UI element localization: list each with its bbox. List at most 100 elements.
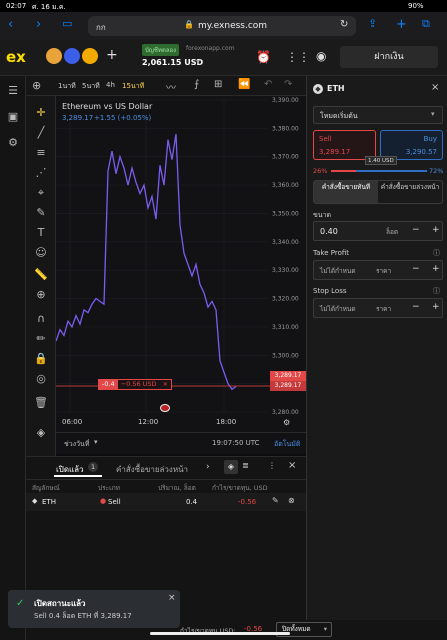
chevron-down-icon[interactable]: ▾ bbox=[196, 57, 200, 66]
tp-label: Take Profit bbox=[313, 249, 350, 257]
sl-value: ไม่ได้กำหนด bbox=[320, 305, 356, 313]
order-mode-select[interactable]: โหมดเริ่มต้น ▾ bbox=[313, 106, 443, 124]
sell-label: Sell bbox=[319, 135, 332, 143]
chart-type-icon[interactable]: 〰 bbox=[166, 79, 176, 94]
increase-size-button[interactable]: + bbox=[432, 225, 440, 235]
close-panel-icon[interactable]: × bbox=[431, 82, 439, 93]
auto-scale-toggle[interactable]: อัตโนมัติ bbox=[274, 439, 300, 450]
timeframe-4h[interactable]: 4h bbox=[106, 81, 115, 89]
eye-icon[interactable]: ◎ bbox=[33, 372, 49, 386]
timeframe-5m[interactable]: 5นาที bbox=[82, 81, 100, 92]
horizontal-lines-icon[interactable]: ≡ bbox=[33, 146, 49, 160]
sl-label: Stop Loss bbox=[313, 287, 347, 295]
ruler-icon[interactable]: 📏 bbox=[33, 268, 49, 282]
take-profit-input[interactable]: ไม่ได้กำหนด ราคา − + bbox=[313, 260, 443, 280]
chart-svg: 3,390.00 3,380.00 3,370.00 3,360.00 3,350.00… bbox=[56, 97, 299, 426]
notification-toast: ✓ เปิดสถานะแล้ว Sell 0.4 ล็อต ETH ที่ 3,… bbox=[8, 590, 180, 628]
order-line-label[interactable]: -0.4 −0.56 USD × bbox=[98, 379, 173, 390]
y-tick-label: 3,360.00 bbox=[272, 182, 299, 189]
trash-icon[interactable]: 🗑 bbox=[33, 396, 49, 410]
col-symbol: สัญลักษณ์ bbox=[32, 484, 60, 492]
reader-icon[interactable]: ▭ bbox=[62, 17, 72, 30]
sl-unit[interactable]: ราคา bbox=[376, 304, 391, 314]
channel-icon[interactable]: ⋰ bbox=[33, 166, 49, 180]
crosshair-icon[interactable]: ✛ bbox=[33, 106, 49, 120]
emoji-icon[interactable]: ☺ bbox=[33, 246, 49, 260]
share-icon[interactable]: ⇪ bbox=[368, 17, 377, 30]
magnet-icon[interactable]: ∩ bbox=[33, 312, 49, 326]
text-icon[interactable]: T bbox=[33, 226, 49, 240]
apps-grid-icon[interactable]: ⋮⋮ bbox=[286, 50, 310, 64]
info-icon[interactable]: ⓘ bbox=[433, 286, 440, 296]
left-sidebar: ☰ ▣ ⚙ bbox=[0, 76, 26, 640]
settings-icon[interactable]: ⚙ bbox=[5, 136, 21, 150]
timeframe-1m[interactable]: 1นาที bbox=[58, 81, 76, 92]
open-count-badge: 1 bbox=[88, 462, 99, 472]
close-panel-icon[interactable]: × bbox=[288, 460, 296, 471]
indicators-icon[interactable]: ⨍ bbox=[194, 79, 199, 90]
more-icon[interactable]: ⋮ bbox=[268, 461, 276, 470]
info-icon[interactable]: ⓘ bbox=[433, 248, 440, 258]
us-flag-icon bbox=[160, 404, 170, 412]
symbol-tab-icon[interactable] bbox=[82, 48, 98, 64]
stack-icon[interactable]: ≣ bbox=[242, 461, 249, 470]
decrease-sl-button[interactable]: − bbox=[412, 302, 420, 312]
profile-icon[interactable]: ◉ bbox=[316, 49, 326, 63]
redo-icon[interactable]: ↷ bbox=[284, 79, 292, 90]
layers-icon[interactable]: ◈ bbox=[224, 460, 238, 474]
calendar-icon[interactable]: ▣ bbox=[5, 110, 21, 124]
chevron-right-icon[interactable]: › bbox=[206, 462, 210, 472]
chart-settings-icon[interactable]: ⚙ bbox=[283, 418, 290, 427]
y-tick-label: 3,280.00 bbox=[272, 409, 299, 416]
timeframe-15m[interactable]: 15นาที bbox=[122, 81, 144, 92]
forward-icon[interactable]: › bbox=[36, 17, 41, 32]
add-indicator-icon[interactable]: ⊕ bbox=[32, 79, 41, 92]
zoom-in-icon[interactable]: ⊕ bbox=[33, 288, 49, 302]
decrease-tp-button[interactable]: − bbox=[412, 264, 420, 274]
reload-icon[interactable]: ↻ bbox=[340, 19, 348, 30]
undo-icon[interactable]: ↶ bbox=[264, 79, 272, 90]
close-position-icon[interactable]: ⊗ bbox=[288, 496, 295, 505]
lock-drawing-icon[interactable]: ✏ bbox=[33, 332, 49, 346]
tp-unit[interactable]: ราคา bbox=[376, 266, 391, 276]
layers-icon[interactable]: ◈ bbox=[33, 426, 49, 440]
tab-pending-orders[interactable]: คำสั่งซื้อขายล่วงหน้า bbox=[116, 463, 188, 476]
back-icon[interactable]: ‹ bbox=[8, 17, 13, 32]
trend-line-icon[interactable]: ╱ bbox=[33, 126, 49, 140]
alarm-icon[interactable]: ⏰ bbox=[256, 50, 271, 64]
symbol-tab-icon[interactable] bbox=[64, 48, 80, 64]
table-row[interactable]: ◆ ETH ● Sell 0.4 -0.56 ✎ ⊗ bbox=[26, 493, 306, 511]
size-input[interactable]: 0.40 ล็อต − + bbox=[313, 221, 443, 241]
layout-grid-icon[interactable]: ⊞ bbox=[214, 79, 222, 90]
close-toast-icon[interactable]: × bbox=[168, 593, 176, 603]
tab-market-order[interactable]: คำสั่งซื้อขายทันที bbox=[314, 181, 378, 203]
price-chart[interactable]: 3,390.00 3,380.00 3,370.00 3,360.00 3,350.00… bbox=[56, 96, 306, 432]
new-tab-icon[interactable]: + bbox=[396, 17, 407, 32]
symbol-tab-icon[interactable] bbox=[46, 48, 62, 64]
chart-title: Ethereum vs US Dollar bbox=[62, 102, 153, 111]
date-range-button[interactable]: ช่วงวันที่ bbox=[64, 439, 89, 450]
chevron-down-icon[interactable]: ▾ bbox=[94, 438, 98, 446]
add-symbol-icon[interactable]: + bbox=[106, 47, 118, 63]
tabs-icon[interactable]: ⧉ bbox=[422, 17, 430, 31]
size-label: ขนาด bbox=[313, 211, 332, 219]
lock-icon: 🔒 bbox=[184, 20, 194, 29]
edit-icon[interactable]: ✎ bbox=[272, 496, 279, 505]
menu-icon[interactable]: ☰ bbox=[5, 84, 21, 98]
y-tick-label: 3,340.00 bbox=[272, 239, 299, 246]
lock-icon[interactable]: 🔒 bbox=[33, 352, 49, 366]
brush-icon[interactable]: ✎ bbox=[33, 206, 49, 220]
decrease-size-button[interactable]: − bbox=[412, 225, 420, 235]
replay-icon[interactable]: ⏪ bbox=[238, 79, 250, 90]
stop-loss-input[interactable]: ไม่ได้กำหนด ราคา − + bbox=[313, 298, 443, 318]
current-price-tag: 3,289.17 bbox=[270, 371, 306, 381]
close-order-icon[interactable]: × bbox=[160, 380, 171, 389]
url-bar[interactable]: กก 🔒 my.exness.com ↻ bbox=[88, 16, 356, 36]
increase-sl-button[interactable]: + bbox=[432, 302, 440, 312]
pattern-icon[interactable]: ⌖ bbox=[33, 186, 49, 200]
home-indicator bbox=[150, 632, 290, 635]
increase-tp-button[interactable]: + bbox=[432, 264, 440, 274]
deposit-button[interactable]: ฝากเงิน bbox=[340, 46, 438, 68]
account-balance[interactable]: 2,061.15 USD bbox=[142, 58, 203, 67]
tab-pending-order[interactable]: คำสั่งซื้อขายล่วงหน้า bbox=[378, 181, 442, 203]
